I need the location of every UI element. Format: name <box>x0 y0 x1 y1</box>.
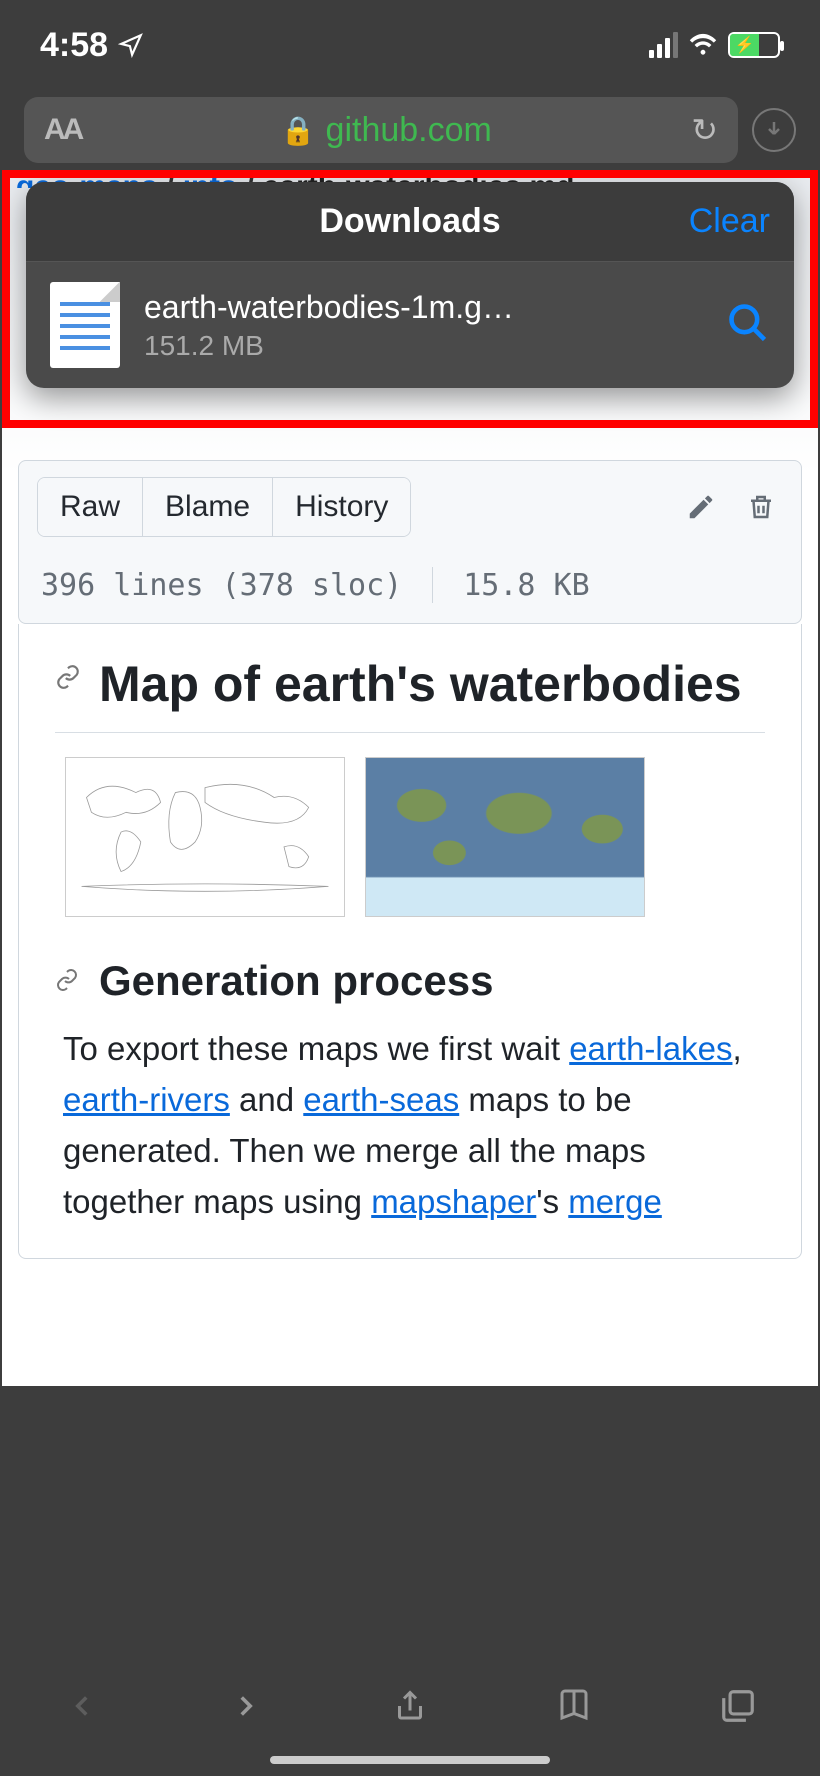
status-right: ⚡ <box>649 32 780 58</box>
file-stats-lines: 396 lines (378 sloc) <box>41 568 402 603</box>
file-stats-size: 15.8 KB <box>463 568 589 603</box>
status-bar: 4:58 ⚡ <box>0 0 820 90</box>
map-images <box>65 757 765 917</box>
download-text: earth-waterbodies-1m.g… 151.2 MB <box>144 289 702 362</box>
time-label: 4:58 <box>40 26 108 65</box>
bookmarks-button[interactable] <box>548 1680 600 1732</box>
bottom-toolbar <box>0 1656 820 1776</box>
document-icon <box>50 282 120 368</box>
text-size-button[interactable]: AA <box>44 113 81 147</box>
link-earth-rivers[interactable]: earth-rivers <box>63 1081 230 1118</box>
raw-button[interactable]: Raw <box>38 478 143 536</box>
delete-button[interactable] <box>739 485 783 529</box>
anchor-icon[interactable] <box>55 664 81 698</box>
link-mapshaper[interactable]: mapshaper <box>371 1183 536 1220</box>
edit-button[interactable] <box>679 485 723 529</box>
downloads-title: Downloads <box>319 202 500 241</box>
status-time: 4:58 <box>40 26 144 65</box>
url-display[interactable]: 🔒 github.com <box>81 111 691 150</box>
home-indicator[interactable] <box>270 1756 550 1764</box>
battery-icon: ⚡ <box>728 32 780 58</box>
section-heading: Generation process <box>55 957 765 1005</box>
downloads-button[interactable] <box>752 108 796 152</box>
clear-button[interactable]: Clear <box>689 202 770 241</box>
share-button[interactable] <box>384 1680 436 1732</box>
wifi-icon <box>688 33 718 57</box>
link-earth-lakes[interactable]: earth-lakes <box>569 1030 732 1067</box>
downloads-popover: Downloads Clear earth-waterbodies-1m.g… … <box>26 182 794 388</box>
anchor-icon[interactable] <box>55 967 79 999</box>
file-header: Raw Blame History 396 lines (378 sloc) 1… <box>18 460 802 624</box>
page-title: Map of earth's waterbodies <box>55 654 765 733</box>
blame-button[interactable]: Blame <box>143 478 273 536</box>
forward-button[interactable] <box>220 1680 272 1732</box>
location-icon <box>118 32 144 58</box>
url-bar[interactable]: AA 🔒 github.com ↻ <box>24 97 738 163</box>
download-item[interactable]: earth-waterbodies-1m.g… 151.2 MB <box>26 262 794 388</box>
body-text: To export these maps we first wait earth… <box>55 1023 765 1228</box>
reveal-button[interactable] <box>726 301 770 350</box>
download-size: 151.2 MB <box>144 330 702 362</box>
link-merge[interactable]: merge <box>568 1183 662 1220</box>
history-button[interactable]: History <box>273 478 410 536</box>
lock-icon: 🔒 <box>281 114 316 147</box>
map-outline-image <box>65 757 345 917</box>
back-button[interactable] <box>56 1680 108 1732</box>
page-content: geo-maps / info / earth-waterbodies.md D… <box>2 170 818 1386</box>
downloads-header: Downloads Clear <box>26 182 794 262</box>
browser-toolbar: AA 🔒 github.com ↻ <box>0 90 820 170</box>
domain-label: github.com <box>326 111 492 150</box>
reload-icon[interactable]: ↻ <box>691 111 718 149</box>
tabs-button[interactable] <box>712 1680 764 1732</box>
map-satellite-image <box>365 757 645 917</box>
readme: Map of earth's waterbodies Generation pr… <box>18 624 802 1259</box>
link-earth-seas[interactable]: earth-seas <box>303 1081 459 1118</box>
view-toggle: Raw Blame History <box>37 477 411 537</box>
download-filename: earth-waterbodies-1m.g… <box>144 289 564 326</box>
signal-icon <box>649 32 678 58</box>
